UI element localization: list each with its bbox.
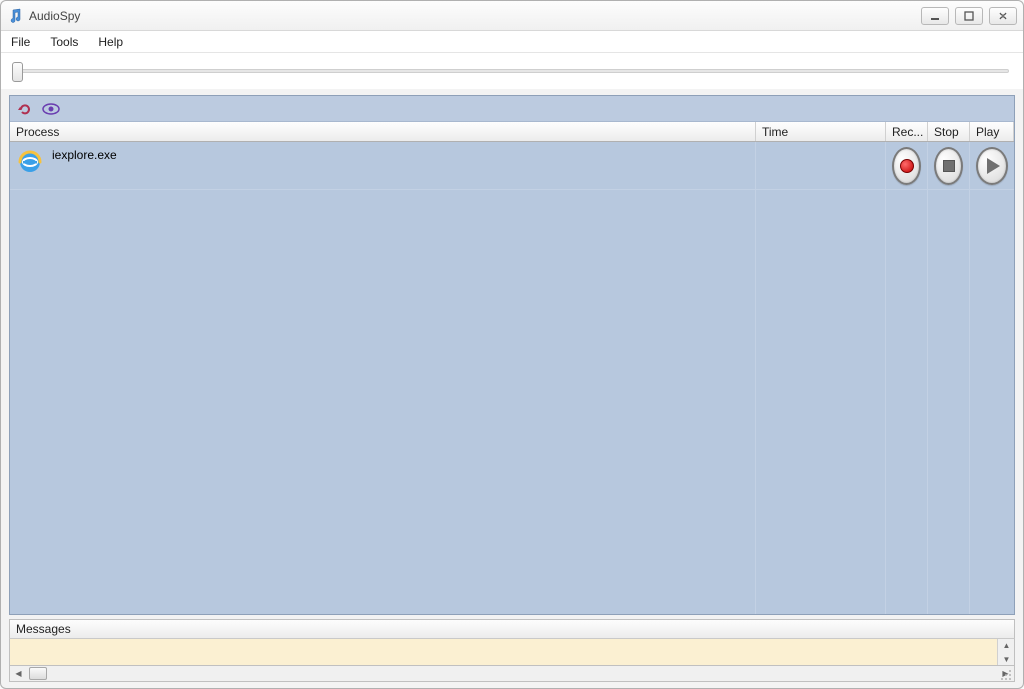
cell-record	[886, 142, 928, 189]
refresh-icon[interactable]	[16, 100, 34, 118]
messages-content	[10, 639, 997, 665]
cell-time	[756, 142, 886, 189]
horizontal-scrollbar[interactable]: ◀ ▶	[9, 665, 1015, 682]
menu-help[interactable]: Help	[98, 35, 123, 49]
seek-slider-thumb[interactable]	[12, 62, 23, 82]
cell-process: iexplore.exe	[10, 142, 756, 189]
internet-explorer-icon	[16, 148, 44, 176]
maximize-button[interactable]	[955, 7, 983, 25]
seek-slider[interactable]	[15, 69, 1009, 73]
table-row[interactable]: iexplore.exe	[10, 142, 1014, 190]
minimize-button[interactable]	[921, 7, 949, 25]
window-controls	[921, 7, 1017, 25]
close-button[interactable]	[989, 7, 1017, 25]
column-header-record[interactable]: Rec...	[886, 122, 928, 141]
column-header-play[interactable]: Play	[970, 122, 1014, 141]
column-header-process[interactable]: Process	[10, 122, 756, 141]
cell-play	[970, 142, 1014, 189]
titlebar: AudioSpy	[1, 1, 1023, 31]
record-button[interactable]	[892, 147, 921, 185]
messages-vertical-scrollbar[interactable]: ▲ ▼	[997, 639, 1014, 665]
grid-toolbar	[10, 96, 1014, 122]
resize-grip-icon[interactable]	[1000, 669, 1012, 681]
app-window: AudioSpy File Tools Help	[0, 0, 1024, 689]
grid-header: Process Time Rec... Stop Play	[10, 122, 1014, 142]
scroll-down-arrow-icon[interactable]: ▼	[998, 653, 1015, 665]
column-header-time[interactable]: Time	[756, 122, 886, 141]
scroll-up-arrow-icon[interactable]: ▲	[998, 639, 1015, 651]
scroll-left-arrow-icon[interactable]: ◀	[10, 666, 27, 681]
music-note-icon	[7, 8, 23, 24]
messages-panel: ▲ ▼	[9, 639, 1015, 665]
messages-header[interactable]: Messages	[9, 619, 1015, 639]
scroll-thumb[interactable]	[29, 667, 47, 680]
eye-icon[interactable]	[42, 100, 60, 118]
process-grid-pane: Process Time Rec... Stop Play i	[9, 95, 1015, 615]
window-title: AudioSpy	[29, 9, 921, 23]
menubar: File Tools Help	[1, 31, 1023, 53]
cell-stop	[928, 142, 970, 189]
process-name: iexplore.exe	[52, 148, 117, 162]
menu-tools[interactable]: Tools	[50, 35, 78, 49]
column-header-stop[interactable]: Stop	[928, 122, 970, 141]
grid-empty-area	[10, 190, 1014, 614]
menu-file[interactable]: File	[11, 35, 30, 49]
grid-body: iexplore.exe	[10, 142, 1014, 614]
seek-slider-area	[1, 53, 1023, 89]
play-button[interactable]	[976, 147, 1008, 185]
stop-button[interactable]	[934, 147, 963, 185]
